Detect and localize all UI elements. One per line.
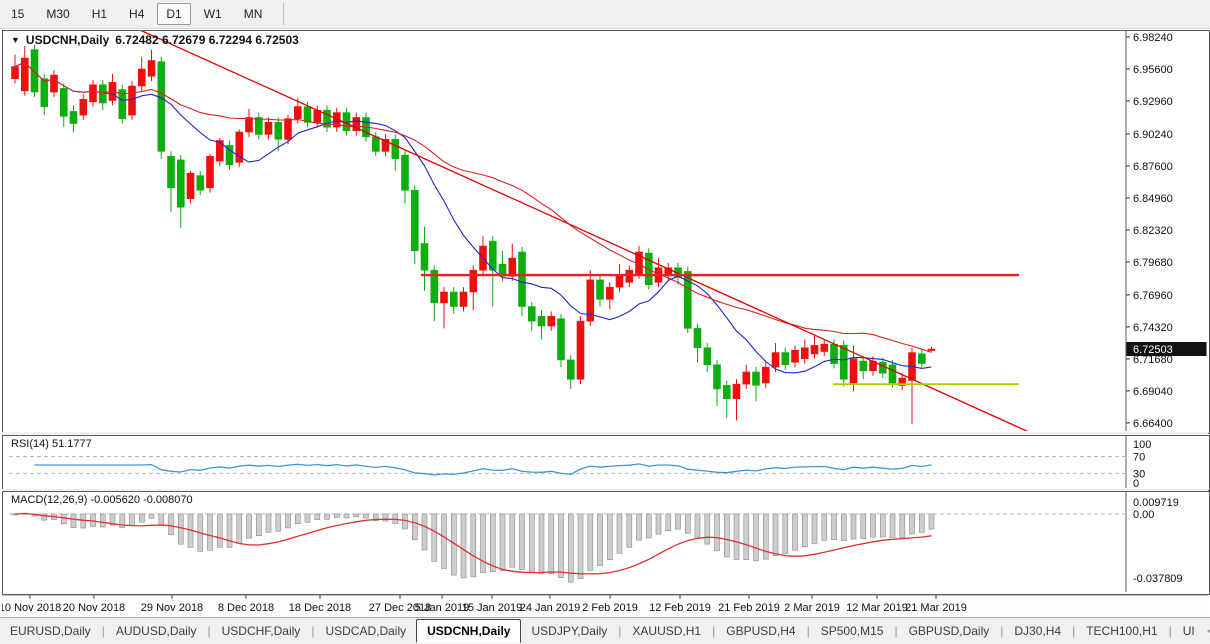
tab-scroll-controls: ◄►: [1205, 626, 1210, 637]
svg-text:10 Nov 2018: 10 Nov 2018: [2, 602, 61, 614]
chart-tab-usdjpy[interactable]: USDJPY,Daily: [521, 620, 617, 642]
chart-tab-usdcad[interactable]: USDCAD,Daily: [315, 620, 416, 642]
tab-separator: |: [618, 624, 621, 638]
macd-chart-canvas[interactable]: 0.0097190.00 -0.037809: [3, 492, 1207, 592]
chart-dropdown-icon[interactable]: ▼: [11, 35, 20, 45]
chart-tab-usdcnh[interactable]: USDCNH,Daily: [416, 619, 521, 643]
tab-separator: |: [1072, 624, 1075, 638]
timeframe-button-15[interactable]: 15: [2, 3, 33, 25]
svg-text:21 Mar 2019: 21 Mar 2019: [905, 602, 967, 614]
tab-separator: |: [894, 624, 897, 638]
chart-tab-sp500[interactable]: SP500,M15: [811, 620, 894, 642]
tab-separator: |: [208, 624, 211, 638]
svg-text:6.87600: 6.87600: [1133, 161, 1173, 173]
svg-text:-0.037809: -0.037809: [1133, 573, 1183, 585]
chart-title: ▼ USDCNH,Daily 6.72482 6.72679 6.72294 6…: [11, 33, 299, 47]
svg-text:15 Jan 2019: 15 Jan 2019: [462, 602, 523, 614]
candlestick-chart-canvas[interactable]: 6.98240 6.95600 6.92960 6.90240 6.87600 6.849…: [3, 31, 1207, 431]
timeframe-button-h4[interactable]: H4: [120, 3, 153, 25]
svg-text:0.00: 0.00: [1133, 509, 1154, 521]
svg-text:12 Feb 2019: 12 Feb 2019: [649, 602, 711, 614]
chart-tab-bar: EURUSD,Daily|AUDUSD,Daily|USDCHF,Daily|U…: [0, 617, 1210, 644]
svg-text:6.92960: 6.92960: [1133, 96, 1173, 108]
chart-tab-tech100[interactable]: TECH100,H1: [1076, 620, 1167, 642]
tab-separator: |: [311, 624, 314, 638]
svg-text:6.79680: 6.79680: [1133, 257, 1173, 269]
timeframe-button-h1[interactable]: H1: [83, 3, 116, 25]
svg-text:29 Nov 2018: 29 Nov 2018: [141, 602, 203, 614]
chart-tab-ui[interactable]: UI: [1173, 620, 1205, 642]
timeframe-toolbar: 15M30H1H4D1W1MN: [0, 0, 1210, 29]
tab-separator: |: [712, 624, 715, 638]
tab-separator: |: [102, 624, 105, 638]
rsi-label: RSI(14) 51.1777: [11, 438, 92, 450]
toolbar-separator: [283, 3, 284, 25]
tab-separator: |: [1169, 624, 1172, 638]
chart-tab-gbpusd[interactable]: GBPUSD,H4: [716, 620, 805, 642]
svg-text:6.90240: 6.90240: [1133, 129, 1173, 141]
date-axis[interactable]: 10 Nov 201820 Nov 2018 29 Nov 2018 8 Dec 2…: [2, 595, 1208, 617]
svg-text:6.76960: 6.76960: [1133, 290, 1173, 302]
svg-text:6.74320: 6.74320: [1133, 322, 1173, 334]
chart-ohlc-values: 6.72482 6.72679 6.72294 6.72503: [115, 33, 299, 47]
svg-text:6.84960: 6.84960: [1133, 193, 1173, 205]
rsi-chart-canvas[interactable]: 10070300: [3, 436, 1207, 488]
tab-scroll-left-icon[interactable]: ◄: [1205, 626, 1210, 637]
rsi-indicator-pane[interactable]: RSI(14) 51.1777 10070300: [2, 435, 1210, 491]
svg-text:6.66400: 6.66400: [1133, 418, 1173, 430]
svg-text:0.009719: 0.009719: [1133, 497, 1179, 509]
macd-indicator-pane[interactable]: MACD(12,26,9) -0.005620 -0.008070 0.0097…: [2, 491, 1210, 595]
svg-text:2 Feb 2019: 2 Feb 2019: [582, 602, 638, 614]
chart-tab-gbpusd[interactable]: GBPUSD,Daily: [899, 620, 1000, 642]
chart-tab-xauusd[interactable]: XAUUSD,H1: [622, 620, 711, 642]
timeframe-button-mn[interactable]: MN: [235, 3, 272, 25]
svg-text:12 Mar 2019: 12 Mar 2019: [846, 602, 908, 614]
svg-text:6.69040: 6.69040: [1133, 386, 1173, 398]
main-chart-pane[interactable]: ▼ USDCNH,Daily 6.72482 6.72679 6.72294 6…: [2, 30, 1210, 434]
tab-separator: |: [807, 624, 810, 638]
chart-tab-eurusd[interactable]: EURUSD,Daily: [0, 620, 101, 642]
svg-text:18 Dec 2018: 18 Dec 2018: [289, 602, 351, 614]
chart-tab-usdchf[interactable]: USDCHF,Daily: [212, 620, 311, 642]
svg-text:2 Mar 2019: 2 Mar 2019: [784, 602, 840, 614]
svg-text:0: 0: [1133, 478, 1139, 488]
svg-text:6.98240: 6.98240: [1133, 32, 1173, 44]
macd-label: MACD(12,26,9) -0.005620 -0.008070: [11, 494, 193, 506]
svg-text:21 Feb 2019: 21 Feb 2019: [718, 602, 780, 614]
timeframe-button-m30[interactable]: M30: [37, 3, 78, 25]
svg-text:70: 70: [1133, 452, 1145, 464]
svg-text:6.95600: 6.95600: [1133, 64, 1173, 76]
chart-tab-audusd[interactable]: AUDUSD,Daily: [106, 620, 207, 642]
svg-text:100: 100: [1133, 439, 1151, 451]
svg-text:6.72503: 6.72503: [1133, 344, 1173, 356]
svg-text:24 Jan 2019: 24 Jan 2019: [520, 602, 581, 614]
timeframe-button-w1[interactable]: W1: [195, 3, 231, 25]
chart-tab-dj30[interactable]: DJ30,H4: [1004, 620, 1071, 642]
svg-text:20 Nov 2018: 20 Nov 2018: [63, 602, 125, 614]
tab-separator: |: [1000, 624, 1003, 638]
svg-text:6.82320: 6.82320: [1133, 225, 1173, 237]
svg-text:8 Dec 2018: 8 Dec 2018: [218, 602, 274, 614]
chart-symbol-label: USDCNH,Daily: [26, 33, 109, 47]
timeframe-button-d1[interactable]: D1: [157, 3, 190, 25]
